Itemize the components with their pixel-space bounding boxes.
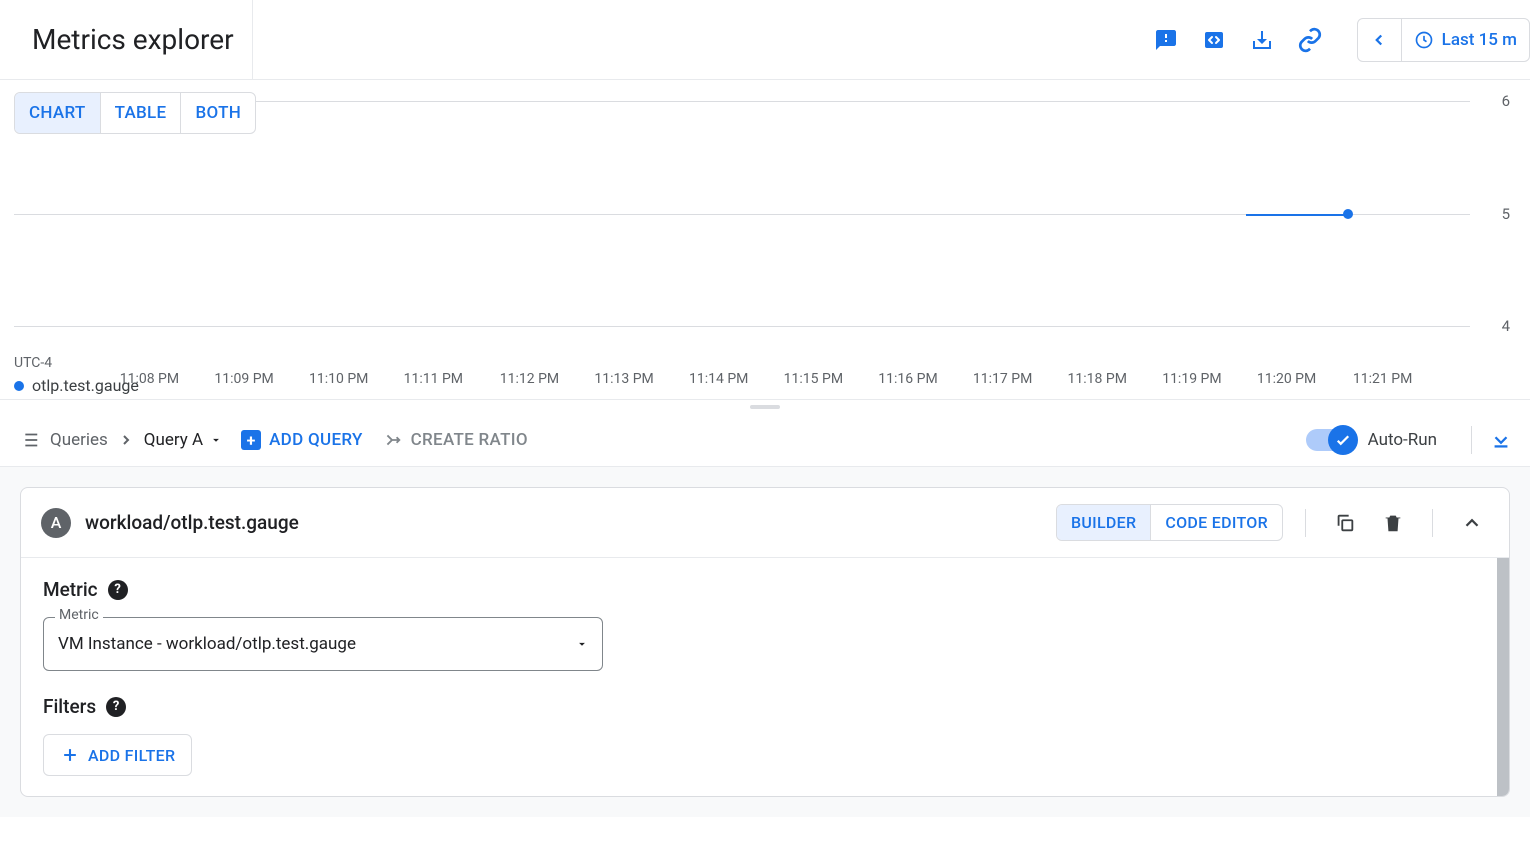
y-tick: 5 (1502, 205, 1510, 223)
header-actions: Last 15 m (1153, 18, 1530, 62)
metric-field-label: Metric (55, 607, 103, 623)
help-icon[interactable]: ? (106, 697, 126, 717)
collapse-panel-button[interactable] (1455, 512, 1489, 534)
tab-chart[interactable]: CHART (15, 93, 100, 133)
filters-section-label: Filters ? (43, 695, 1487, 718)
legend-dot-icon (14, 381, 24, 391)
help-icon[interactable]: ? (108, 580, 128, 600)
copy-query-button[interactable] (1328, 512, 1362, 534)
x-tick: 11:13 PM (594, 371, 653, 387)
timezone-label: UTC-4 (14, 355, 52, 371)
auto-run-label: Auto-Run (1368, 430, 1437, 450)
editor-mode-toggle: BUILDER CODE EDITOR (1056, 504, 1283, 541)
feedback-icon[interactable] (1153, 27, 1179, 53)
query-breadcrumb: Queries Query A (18, 429, 223, 451)
x-tick: 11:18 PM (1068, 371, 1127, 387)
create-ratio-button[interactable]: CREATE RATIO (381, 429, 528, 451)
x-tick: 11:09 PM (214, 371, 273, 387)
add-query-label: ADD QUERY (269, 430, 363, 450)
tab-table[interactable]: TABLE (100, 93, 181, 133)
x-tick: 11:19 PM (1162, 371, 1221, 387)
delete-query-button[interactable] (1376, 512, 1410, 534)
time-range-selector: Last 15 m (1357, 18, 1530, 62)
query-panel-header: A workload/otlp.test.gauge BUILDER CODE … (21, 488, 1509, 558)
dropdown-arrow-icon (209, 433, 223, 447)
y-tick: 6 (1502, 92, 1510, 110)
series-point (1343, 209, 1353, 219)
x-tick: 11:20 PM (1257, 371, 1316, 387)
add-filter-label: ADD FILTER (88, 746, 175, 765)
query-title: workload/otlp.test.gauge (85, 511, 1042, 534)
metric-section-label: Metric ? (43, 578, 1487, 601)
x-tick: 11:12 PM (500, 371, 559, 387)
dropdown-arrow-icon (575, 637, 589, 651)
query-name-dropdown[interactable]: Query A (144, 430, 223, 450)
x-tick: 11:16 PM (878, 371, 937, 387)
query-panel-area: A workload/otlp.test.gauge BUILDER CODE … (0, 467, 1530, 817)
x-tick: 11:21 PM (1353, 371, 1412, 387)
plus-box-icon: + (241, 430, 261, 450)
header: Metrics explorer Last 15 m (0, 0, 1530, 80)
auto-run-toggle-group: Auto-Run (1306, 429, 1437, 451)
builder-mode-button[interactable]: BUILDER (1057, 505, 1150, 540)
time-range-button[interactable]: Last 15 m (1402, 30, 1529, 50)
metric-select[interactable]: Metric VM Instance - workload/otlp.test.… (43, 617, 603, 671)
download-icon[interactable] (1249, 27, 1275, 53)
link-icon[interactable] (1297, 27, 1323, 53)
x-tick: 11:15 PM (784, 371, 843, 387)
list-icon (18, 429, 40, 451)
chart-legend[interactable]: otlp.test.gauge (14, 376, 139, 395)
tab-both[interactable]: BOTH (180, 93, 255, 133)
clock-icon (1414, 30, 1434, 50)
plus-icon (60, 745, 80, 765)
query-panel: A workload/otlp.test.gauge BUILDER CODE … (20, 487, 1510, 797)
merge-icon (381, 429, 403, 451)
auto-run-toggle[interactable] (1306, 429, 1356, 451)
view-tabs: CHART TABLE BOTH (14, 92, 256, 134)
resize-handle[interactable] (0, 400, 1530, 414)
x-tick: 11:11 PM (404, 371, 463, 387)
code-editor-mode-button[interactable]: CODE EDITOR (1150, 505, 1282, 540)
scrollbar[interactable] (1497, 558, 1509, 796)
queries-label[interactable]: Queries (50, 430, 108, 450)
create-ratio-label: CREATE RATIO (411, 430, 528, 450)
query-badge: A (41, 508, 71, 538)
time-range-label: Last 15 m (1442, 30, 1517, 50)
query-name-label: Query A (144, 430, 203, 450)
check-icon (1334, 431, 1352, 449)
series-line (1246, 214, 1348, 216)
query-panel-body: Metric ? Metric VM Instance - workload/o… (21, 558, 1509, 796)
legend-label: otlp.test.gauge (32, 376, 139, 395)
x-tick: 11:10 PM (309, 371, 368, 387)
code-icon[interactable] (1201, 27, 1227, 53)
y-tick: 4 (1502, 317, 1510, 335)
x-tick: 11:14 PM (689, 371, 748, 387)
add-filter-button[interactable]: ADD FILTER (43, 734, 192, 776)
metric-value: VM Instance - workload/otlp.test.gauge (58, 634, 356, 654)
query-bar: Queries Query A + ADD QUERY CREATE RATIO… (0, 414, 1530, 467)
time-back-button[interactable] (1358, 19, 1402, 61)
add-query-button[interactable]: + ADD QUERY (241, 430, 363, 450)
x-tick: 11:17 PM (973, 371, 1032, 387)
chevron-right-icon (118, 432, 134, 448)
page-title: Metrics explorer (32, 0, 253, 79)
collapse-queries-button[interactable] (1471, 426, 1512, 454)
